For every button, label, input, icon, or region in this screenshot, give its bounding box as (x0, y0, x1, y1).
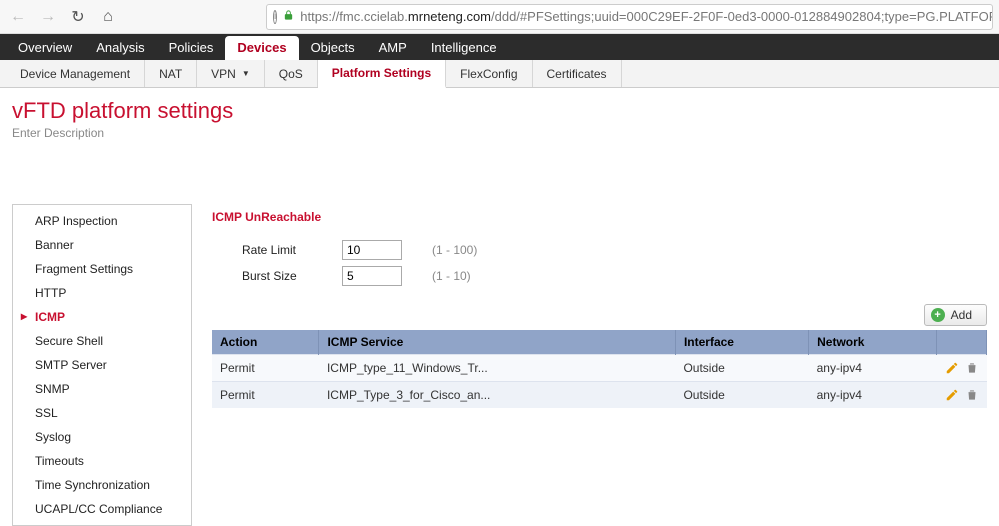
sidebar-item-timeouts[interactable]: Timeouts (13, 449, 191, 473)
cell-network: any-ipv4 (809, 355, 937, 382)
forward-icon[interactable]: → (36, 5, 60, 29)
rate-limit-row: Rate Limit (1 - 100) (212, 240, 987, 260)
content-panel: ICMP UnReachable Rate Limit (1 - 100) Bu… (212, 204, 987, 526)
delete-icon[interactable] (965, 388, 979, 402)
nav-amp[interactable]: AMP (367, 36, 419, 60)
cell-action: Permit (212, 382, 319, 409)
sidebar-item-icmp[interactable]: ICMP (13, 305, 191, 329)
cell-interface: Outside (675, 355, 808, 382)
rate-limit-label: Rate Limit (242, 243, 342, 257)
burst-size-input[interactable] (342, 266, 402, 286)
top-nav: Overview Analysis Policies Devices Objec… (0, 34, 999, 60)
sidebar-item-time-sync[interactable]: Time Synchronization (13, 473, 191, 497)
site-info-icon[interactable]: i (273, 10, 277, 24)
add-button[interactable]: + Add (924, 304, 987, 326)
table-row[interactable]: Permit ICMP_Type_3_for_Cisco_an... Outsi… (212, 382, 987, 409)
cell-service: ICMP_Type_3_for_Cisco_an... (319, 382, 675, 409)
delete-icon[interactable] (965, 361, 979, 375)
sidebar-item-ucapl-cc[interactable]: UCAPL/CC Compliance (13, 497, 191, 521)
sidebar-item-syslog[interactable]: Syslog (13, 425, 191, 449)
lock-icon (283, 8, 294, 25)
burst-size-hint: (1 - 10) (432, 269, 471, 283)
chevron-down-icon: ▼ (242, 69, 250, 78)
sidebar-item-smtp-server[interactable]: SMTP Server (13, 353, 191, 377)
address-bar[interactable]: i https://fmc.ccielab.mrneteng.com/ddd/#… (266, 4, 993, 30)
nav-overview[interactable]: Overview (6, 36, 84, 60)
sidebar-item-ssl[interactable]: SSL (13, 401, 191, 425)
edit-icon[interactable] (945, 361, 959, 375)
col-icmp-service[interactable]: ICMP Service (319, 330, 675, 355)
reload-icon[interactable]: ↻ (66, 5, 90, 29)
nav-devices[interactable]: Devices (225, 36, 298, 60)
sidebar-item-arp-inspection[interactable]: ARP Inspection (13, 209, 191, 233)
subnav-device-management[interactable]: Device Management (6, 60, 145, 87)
back-icon[interactable]: ← (6, 5, 30, 29)
sidebar-item-banner[interactable]: Banner (13, 233, 191, 257)
subnav-nat[interactable]: NAT (145, 60, 197, 87)
cell-action: Permit (212, 355, 319, 382)
burst-size-label: Burst Size (242, 269, 342, 283)
subnav-platform-settings[interactable]: Platform Settings (318, 60, 446, 88)
burst-size-row: Burst Size (1 - 10) (212, 266, 987, 286)
home-icon[interactable]: ⌂ (96, 5, 120, 29)
col-actions (937, 330, 987, 355)
page-title: vFTD platform settings (12, 98, 987, 124)
subnav-vpn-label: VPN (211, 67, 236, 81)
nav-intelligence[interactable]: Intelligence (419, 36, 509, 60)
sub-nav: Device Management NAT VPN ▼ QoS Platform… (0, 60, 999, 88)
rate-limit-hint: (1 - 100) (432, 243, 477, 257)
col-interface[interactable]: Interface (675, 330, 808, 355)
edit-icon[interactable] (945, 388, 959, 402)
sidebar-item-http[interactable]: HTTP (13, 281, 191, 305)
add-plus-icon: + (931, 308, 945, 322)
settings-sidebar: ARP Inspection Banner Fragment Settings … (12, 204, 192, 526)
sidebar-item-snmp[interactable]: SNMP (13, 377, 191, 401)
sidebar-item-fragment-settings[interactable]: Fragment Settings (13, 257, 191, 281)
subnav-qos[interactable]: QoS (265, 60, 318, 87)
icmp-table: Action ICMP Service Interface Network Pe… (212, 330, 987, 408)
page-header: vFTD platform settings Enter Description (0, 88, 999, 144)
section-title: ICMP UnReachable (212, 204, 987, 234)
sidebar-item-secure-shell[interactable]: Secure Shell (13, 329, 191, 353)
nav-analysis[interactable]: Analysis (84, 36, 156, 60)
rate-limit-input[interactable] (342, 240, 402, 260)
page-description: Enter Description (12, 126, 987, 140)
add-button-label: Add (951, 308, 972, 322)
browser-toolbar: ← → ↻ ⌂ i https://fmc.ccielab.mrneteng.c… (0, 0, 999, 34)
subnav-certificates[interactable]: Certificates (533, 60, 622, 87)
cell-interface: Outside (675, 382, 808, 409)
subnav-flexconfig[interactable]: FlexConfig (446, 60, 532, 87)
table-row[interactable]: Permit ICMP_type_11_Windows_Tr... Outsid… (212, 355, 987, 382)
nav-policies[interactable]: Policies (157, 36, 226, 60)
cell-network: any-ipv4 (809, 382, 937, 409)
col-action[interactable]: Action (212, 330, 319, 355)
subnav-vpn[interactable]: VPN ▼ (197, 60, 265, 87)
col-network[interactable]: Network (809, 330, 937, 355)
url-text: https://fmc.ccielab.mrneteng.com/ddd/#PF… (300, 9, 993, 24)
nav-objects[interactable]: Objects (299, 36, 367, 60)
cell-service: ICMP_type_11_Windows_Tr... (319, 355, 675, 382)
